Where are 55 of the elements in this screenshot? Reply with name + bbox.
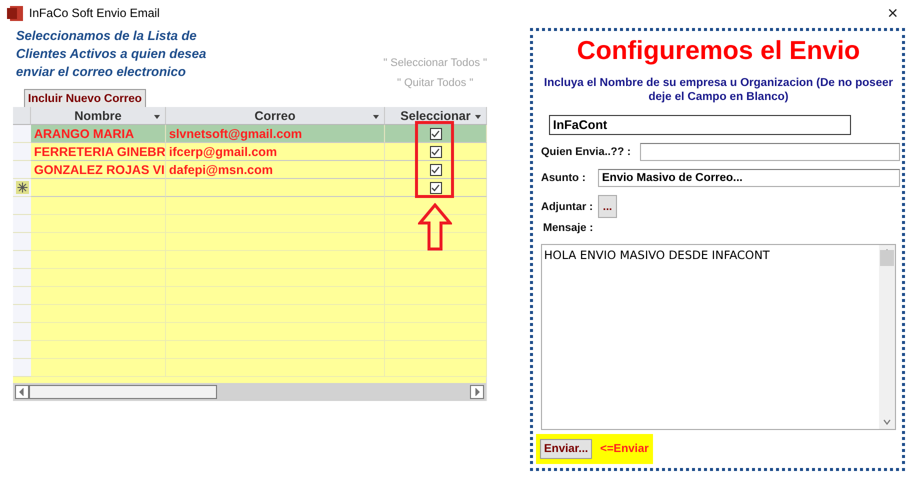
select-all-corner[interactable] xyxy=(13,107,31,125)
scroll-arrow-icon[interactable] xyxy=(18,388,26,396)
panel-title: Configuremos el Envio xyxy=(576,35,862,66)
subject-field[interactable]: Envio Masivo de Correo... xyxy=(598,169,900,187)
row-selector[interactable] xyxy=(13,269,31,287)
table-cell: GONZALEZ ROJAS VI xyxy=(31,161,166,179)
table-cell: ARANGO MARIA xyxy=(31,125,166,143)
field-label: Adjuntar : xyxy=(541,200,594,212)
up-arrow-drawing xyxy=(418,203,452,251)
scrollbar-thumb[interactable] xyxy=(880,250,894,266)
scroll-left-button[interactable] xyxy=(15,385,29,399)
row-selector[interactable] xyxy=(13,215,31,233)
scroll-right-button[interactable] xyxy=(470,385,484,399)
table-cell: ifcerp@gmail.com xyxy=(166,143,385,161)
dropdown-icon[interactable] xyxy=(475,115,481,119)
send-hint: <=Enviar xyxy=(600,443,649,455)
row-selector[interactable] xyxy=(13,161,31,179)
scroll-arrow-icon[interactable] xyxy=(473,388,481,396)
row-selector[interactable] xyxy=(13,143,31,161)
checkbox[interactable] xyxy=(430,128,442,140)
company-field[interactable]: InFaCont xyxy=(549,115,851,135)
scrollbar-thumb[interactable] xyxy=(29,385,217,399)
dropdown-icon[interactable] xyxy=(373,115,379,119)
row-selector[interactable] xyxy=(13,359,31,377)
row-selector[interactable] xyxy=(13,323,31,341)
dropdown-icon[interactable] xyxy=(154,115,160,119)
attach-button[interactable]: ... xyxy=(598,195,617,218)
instruction-text: Incluya el Nombre de su empresa u Organizacion (De no poseer deje el Campo en Blanco) xyxy=(543,76,894,104)
sender-field[interactable] xyxy=(640,143,900,161)
row-selector[interactable] xyxy=(13,233,31,251)
send-button[interactable]: Enviar... xyxy=(540,439,592,459)
app-icon xyxy=(7,6,23,20)
row-selector[interactable] xyxy=(13,197,31,215)
column-header[interactable]: Seleccionar xyxy=(385,107,487,125)
checkbox[interactable] xyxy=(430,146,442,158)
row-selector[interactable] xyxy=(13,305,31,323)
add-email-button[interactable]: Incluir Nuevo Correo xyxy=(24,89,146,109)
table-cell: FERRETERIA GINEBR xyxy=(31,143,166,161)
field-label: Mensaje : xyxy=(543,222,594,234)
table-cell: dafepi@msn.com xyxy=(166,161,385,179)
close-button[interactable]: × xyxy=(883,2,902,24)
checkbox[interactable] xyxy=(430,164,442,176)
table-cell: slvnetsoft@gmail.com xyxy=(166,125,385,143)
checkbox[interactable] xyxy=(430,182,442,194)
column-header[interactable]: Nombre xyxy=(31,107,166,125)
row-selector[interactable] xyxy=(13,341,31,359)
row-selector[interactable] xyxy=(13,287,31,305)
new-record-icon xyxy=(16,181,28,194)
field-label: Quien Envia..?? : xyxy=(541,146,632,158)
instruction-text: Seleccionamos de la Lista de Clientes Activos a quien desea enviar el correo electronico xyxy=(16,28,206,79)
window-title: InFaCo Soft Envio Email xyxy=(29,6,161,20)
column-header[interactable]: Correo xyxy=(166,107,385,125)
row-selector[interactable] xyxy=(13,251,31,269)
row-selector[interactable] xyxy=(13,125,31,143)
field-label: Asunto : xyxy=(541,172,587,184)
